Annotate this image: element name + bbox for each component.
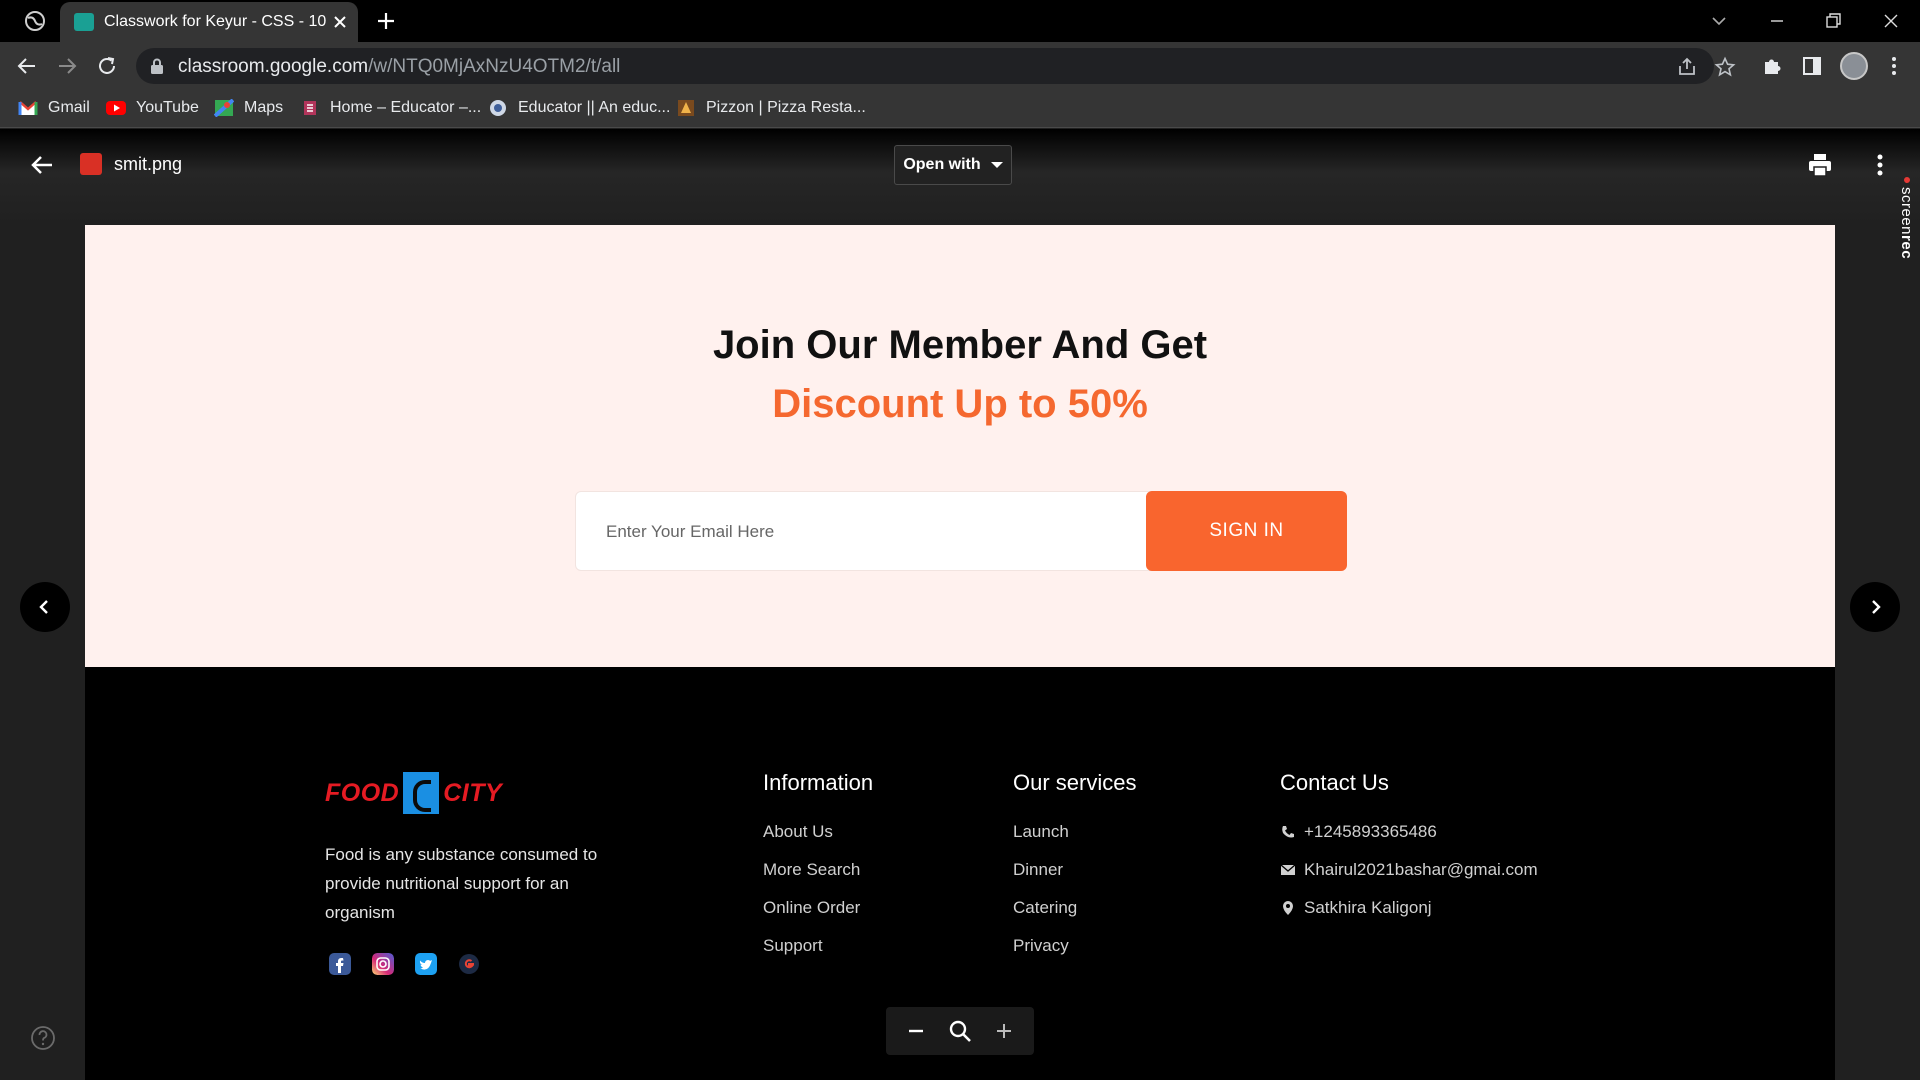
back-icon[interactable] [14, 53, 40, 79]
address-bar[interactable]: classroom.google.com/w/NTQ0MjAxNzU4OTM2/… [136, 48, 1736, 84]
email-input[interactable] [606, 512, 1126, 552]
facebook-icon[interactable] [329, 953, 351, 975]
google-icon[interactable] [458, 953, 480, 975]
newsletter-subtitle: Discount Up to 50% [772, 382, 1148, 426]
newsletter-section: Join Our Member And Get Discount Up to 5… [85, 225, 1835, 667]
phone-icon [1282, 826, 1294, 838]
contact-heading: Contact Us [1280, 770, 1389, 795]
link-online-order[interactable]: Online Order [763, 896, 860, 934]
open-with-button[interactable]: Open with [894, 145, 1012, 185]
previous-file-button[interactable] [20, 582, 70, 632]
link-about-us[interactable]: About Us [763, 820, 860, 858]
tab-strip: Classwork for Keyur - CSS - 10AM [0, 0, 1920, 42]
information-heading: Information [763, 770, 874, 795]
next-file-button[interactable] [1850, 582, 1900, 632]
close-tab-icon[interactable] [330, 12, 350, 32]
bookmark-star-icon[interactable] [1714, 56, 1736, 78]
link-dinner[interactable]: Dinner [1013, 858, 1077, 896]
minimize-icon[interactable] [1764, 8, 1790, 34]
link-launch[interactable]: Launch [1013, 820, 1077, 858]
share-icon[interactable] [1676, 56, 1698, 78]
instagram-icon[interactable] [372, 953, 394, 975]
forward-icon[interactable] [54, 53, 80, 79]
zoom-controls [886, 1007, 1034, 1055]
bookmark-educator-home[interactable]: Home – Educator –... [300, 96, 481, 120]
bookmark-pizzon[interactable]: Pizzon | Pizza Resta... [676, 96, 866, 120]
profile-avatar[interactable] [1840, 52, 1868, 80]
new-tab-icon[interactable] [374, 9, 398, 33]
social-links [329, 953, 480, 975]
services-heading: Our services [1013, 770, 1137, 795]
bookmark-youtube[interactable]: YouTube [106, 96, 199, 120]
url-text: classroom.google.com/w/NTQ0MjAxNzU4OTM2/… [178, 56, 621, 77]
food-city-logo: FOOD CITY [325, 771, 502, 815]
extensions-icon[interactable] [1760, 54, 1784, 78]
information-links: About Us More Search Online Order Suppor… [763, 820, 860, 972]
link-catering[interactable]: Catering [1013, 896, 1077, 934]
image-viewer: Join Our Member And Get Discount Up to 5… [0, 129, 1920, 1080]
contact-list: +1245893365486 Khairul2021bashar@gmai.co… [1280, 820, 1538, 934]
bookmark-maps[interactable]: Maps [214, 96, 283, 120]
classroom-favicon-icon [74, 13, 94, 31]
mail-icon [1280, 864, 1296, 875]
educator-icon [490, 100, 506, 116]
link-more-search[interactable]: More Search [763, 858, 860, 896]
contact-phone: +1245893365486 [1280, 820, 1538, 858]
viewer-header: smit.png Open with screenrec [0, 129, 1920, 259]
link-support[interactable]: Support [763, 934, 860, 972]
youtube-icon [106, 101, 126, 115]
services-links: Launch Dinner Catering Privacy [1013, 820, 1077, 972]
close-viewer-back-icon[interactable] [28, 151, 56, 179]
tab-title: Classwork for Keyur - CSS - 10AM [104, 13, 326, 30]
chevron-left-icon [39, 600, 48, 614]
chevron-right-icon [1872, 600, 1881, 614]
maps-icon [214, 99, 234, 117]
caret-down-icon [990, 162, 1003, 168]
tab-search-chevron-icon[interactable] [1706, 8, 1732, 34]
logo-mark-icon [403, 772, 440, 814]
file-name: smit.png [114, 154, 183, 174]
educator-home-icon [304, 101, 316, 115]
reload-icon[interactable] [94, 53, 120, 79]
contact-email: Khairul2021bashar@gmai.com [1280, 858, 1538, 896]
browser-tab-active[interactable]: Classwork for Keyur - CSS - 10AM [60, 2, 358, 42]
zoom-out-icon[interactable] [903, 1018, 929, 1044]
browser-toolbar: classroom.google.com/w/NTQ0MjAxNzU4OTM2/… [0, 42, 1920, 88]
newsletter-title: Join Our Member And Get [712, 323, 1208, 367]
zoom-in-icon[interactable] [991, 1018, 1017, 1044]
gmail-icon [18, 101, 38, 115]
footer-about-text: Food is any substance consumed to provid… [325, 845, 598, 922]
close-window-icon[interactable] [1878, 8, 1904, 34]
restore-icon[interactable] [1820, 8, 1846, 34]
zoom-search-icon[interactable] [947, 1018, 973, 1044]
bookmark-gmail[interactable]: Gmail [18, 96, 90, 120]
image-file-icon [80, 153, 102, 175]
recording-dot-icon [1904, 177, 1910, 183]
help-icon[interactable] [30, 1025, 56, 1051]
preview-image: Join Our Member And Get Discount Up to 5… [85, 225, 1835, 1080]
chrome-menu-icon[interactable] [24, 10, 46, 32]
side-panel-icon[interactable] [1800, 54, 1824, 78]
contact-address: Satkhira Kaligonj [1280, 896, 1538, 934]
print-icon[interactable] [1806, 151, 1834, 179]
screenrec-badge: screenrec [1896, 177, 1918, 297]
bookmarks-bar: Gmail YouTube Maps Home – Educator –... … [0, 88, 1920, 128]
lock-icon[interactable] [150, 58, 164, 74]
location-pin-icon [1283, 901, 1293, 915]
twitter-icon[interactable] [415, 953, 437, 975]
sign-in-button[interactable]: SIGN IN [1146, 491, 1347, 571]
browser-menu-icon[interactable] [1882, 54, 1906, 78]
bookmark-educator[interactable]: Educator || An educ... [488, 96, 670, 120]
link-privacy[interactable]: Privacy [1013, 934, 1077, 972]
pizzon-icon [678, 100, 694, 116]
more-actions-icon[interactable] [1866, 151, 1894, 179]
